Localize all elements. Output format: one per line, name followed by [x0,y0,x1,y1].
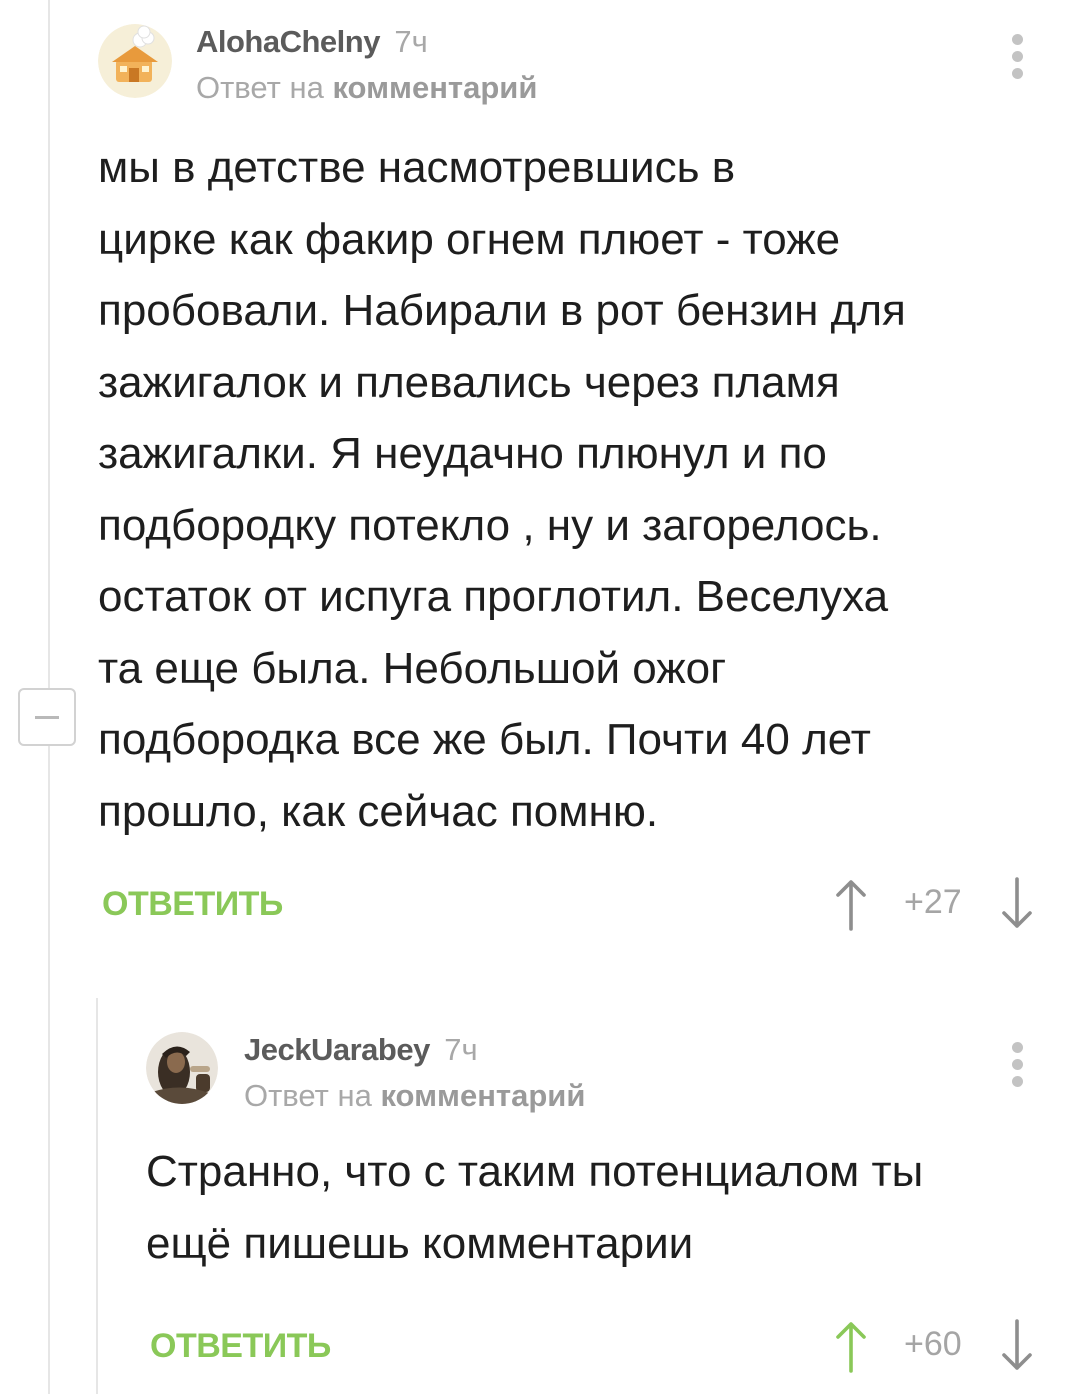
vote-score: +60 [904,1325,962,1363]
reply-to-prefix: Ответ на [244,1078,372,1113]
comment-body-line: прошло, как сейчас помню. [98,786,659,836]
arrow-down-icon[interactable] [1000,1319,1034,1373]
reply-to-link[interactable]: комментарий [332,70,537,105]
comment-actions: ОТВЕТИТЬ +60 [146,1319,1058,1379]
author-name[interactable]: AlohaChelny [196,24,380,59]
comment-body: мы в детстве насмотревшись в цирке как ф… [98,132,1058,847]
comment-meta: JeckUarabey 7ч Ответ на комментарий [244,1028,585,1120]
minus-icon [35,716,59,719]
nested-thread-line [96,998,98,1394]
comment-body-line: подбородку потекло , ну и загорелось. [98,500,882,550]
comment-body-line: остаток от испуга проглотил. Веселуха [98,572,889,621]
comment-body-line: зажигалки. Я неудачно плюнул и по [98,429,827,478]
comment-body-line: Странно, что с таким потенциалом ты [146,1147,924,1196]
kebab-menu-icon[interactable] [1010,34,1024,82]
arrow-down-icon[interactable] [1000,877,1034,931]
arrow-up-icon[interactable] [834,1319,868,1373]
comment-body-line: зажигалок и плевались через пламя [98,357,840,407]
reply-button[interactable]: ОТВЕТИТЬ [102,885,283,924]
vote-score: +27 [904,883,962,921]
comment-body-line: та еще была. Небольшой ожог [98,643,727,693]
comment-reply: JeckUarabey 7ч Ответ на комментарий Стра… [146,1028,1058,1379]
comment-body-line: подбородка все же был. Почти 40 лет [98,715,871,764]
comment-body: Странно, что с таким потенциалом ты ещё … [146,1136,1058,1279]
comment-header: AlohaChelny 7ч Ответ на комментарий [98,20,1058,110]
comment-body-line: пробовали. Набирали в рот бензин для [98,286,906,335]
comment-meta: AlohaChelny 7ч Ответ на комментарий [196,20,537,112]
comment-body-line: мы в детстве насмотревшись в [98,143,736,192]
arrow-up-icon[interactable] [834,877,868,931]
comment-time: 7ч [394,24,428,59]
comment-body-line: ещё пишешь комментарии [146,1218,694,1268]
comment-time: 7ч [444,1032,478,1067]
reply-to-prefix: Ответ на [196,70,324,105]
avatar[interactable] [146,1032,218,1104]
author-name[interactable]: JeckUarabey [244,1032,430,1067]
comment-header: JeckUarabey 7ч Ответ на комментарий [146,1028,1058,1118]
avatar[interactable] [98,24,172,98]
reply-button[interactable]: ОТВЕТИТЬ [150,1327,331,1366]
reply-to-link[interactable]: комментарий [380,1078,585,1113]
comment-actions: ОТВЕТИТЬ +27 [98,877,1058,937]
comment: AlohaChelny 7ч Ответ на комментарий мы в… [98,20,1058,937]
comment-body-line: цирке как факир огнем плюет - тоже [98,214,841,264]
kebab-menu-icon[interactable] [1010,1042,1024,1090]
collapse-thread-button[interactable] [18,688,76,746]
